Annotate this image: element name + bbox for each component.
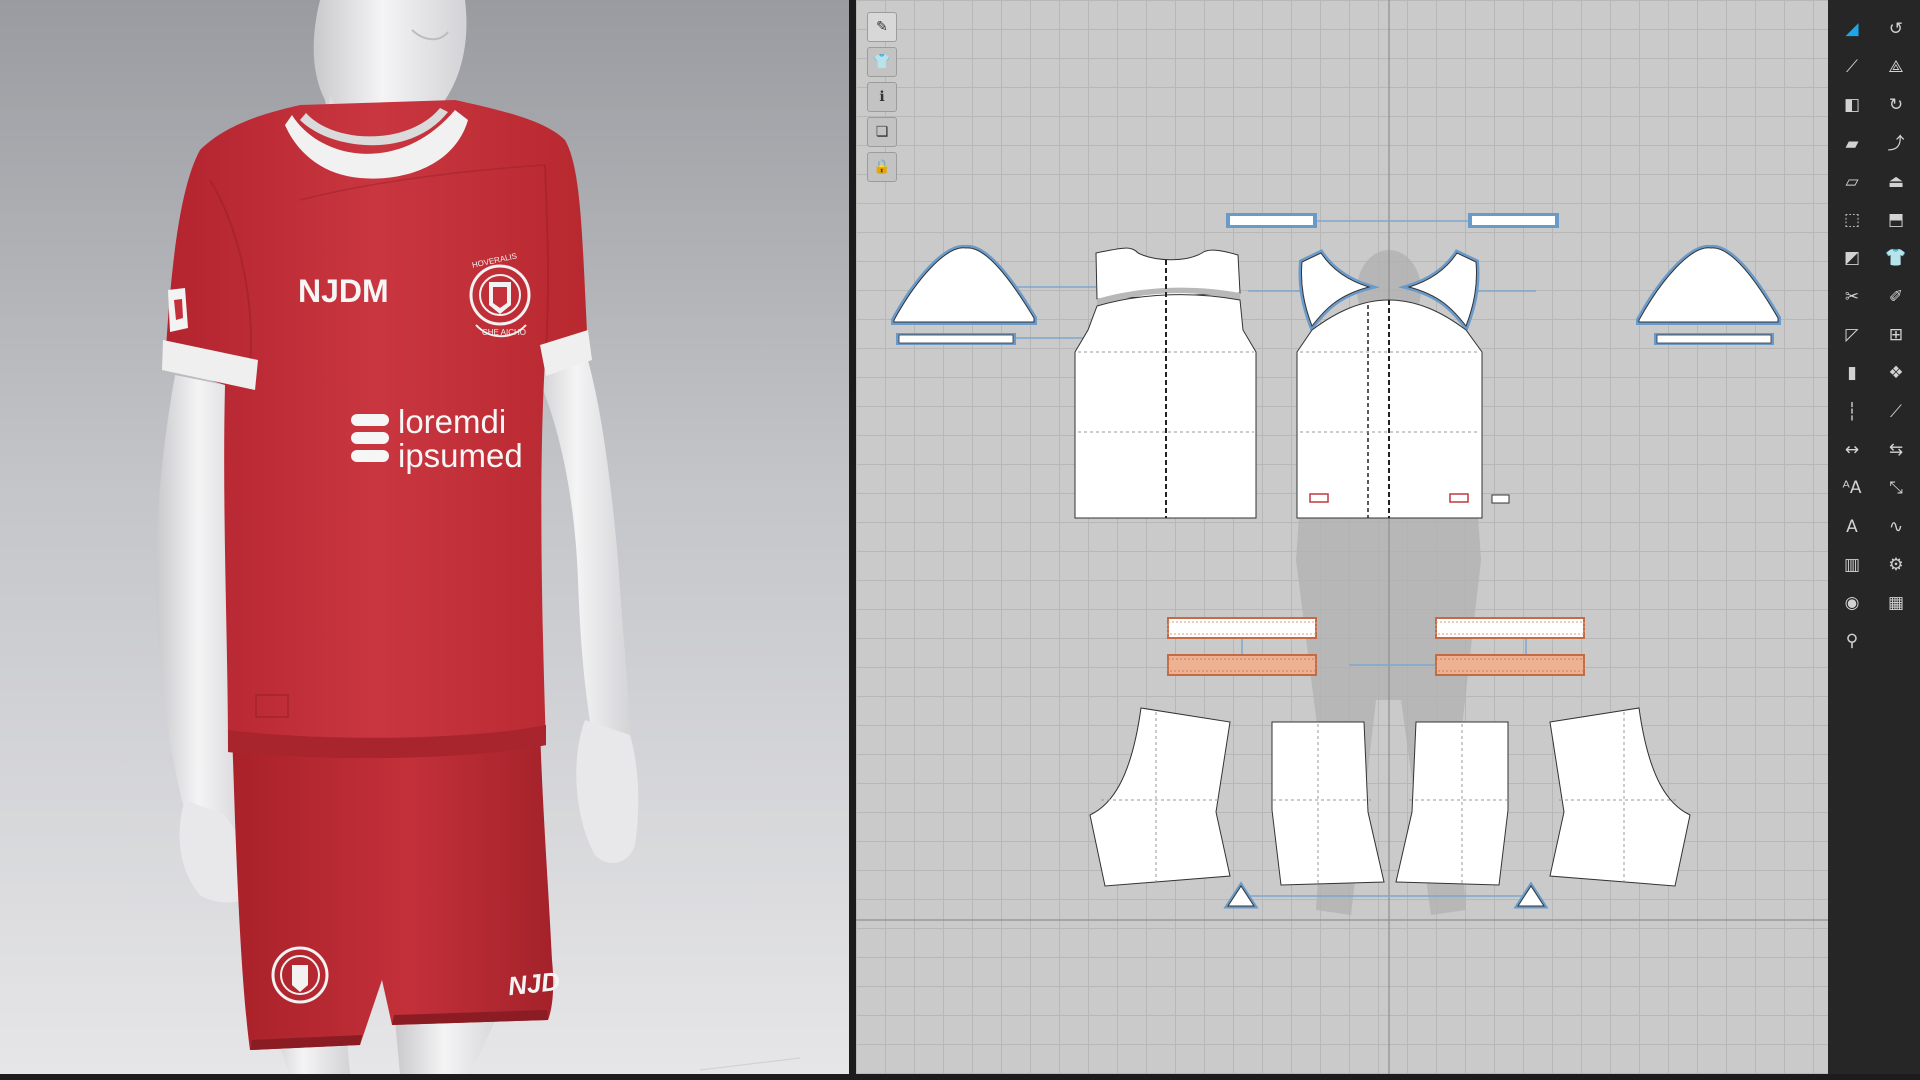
fabric-tool-button[interactable]: ⬒ [1876, 201, 1916, 239]
bottom-status-strip [0, 1074, 1920, 1080]
right-toolbar: ◢ ⟋ ◧ ▰ ▱ ⬚ ◩ ✂ ◸ ▮ ┆ ↔ ᴬA A ▥ ◉ ⚲ ↺ ⟁ ↻ ⤴ ⏏ ⬒ 👕 ✐ ⊞ ❖ ⟋ ⇆ ⤡ ∿ ⚙ ▦ [1828, 0, 1920, 1080]
scissors-tool-button[interactable]: ✂ [1832, 278, 1872, 316]
group-icon: ❖ [1888, 363, 1904, 384]
topstitch-tool-button[interactable]: ∿ [1876, 508, 1916, 546]
internal-shape-tool-button[interactable]: ▱ [1832, 163, 1872, 201]
text-tool-icon: A [1846, 516, 1858, 537]
transform-icon: ⟋ [1846, 56, 1858, 77]
fold-icon: ▮ [1847, 363, 1857, 384]
back-body-piece [1296, 299, 1510, 519]
polygon-tool-button[interactable]: ◧ [1832, 87, 1872, 125]
cut-pattern-tool-button[interactable]: ◩ [1832, 240, 1872, 278]
arrange-tool-button[interactable]: ⤴ [1876, 125, 1916, 163]
ruler-vertical-tool-button[interactable]: ┆ [1832, 393, 1872, 431]
seam-tool-button[interactable]: ⇆ [1876, 431, 1916, 469]
2d-view-toolbar: ✎ 👕 ℹ ❏ 🔒 [867, 12, 897, 182]
measure-icon: ↔ [1844, 439, 1860, 460]
sponsor-line-2: ipsumed [398, 437, 523, 474]
dart-tool-button[interactable]: ◸ [1832, 316, 1872, 354]
ruler-vertical-icon: ┆ [1846, 401, 1858, 422]
measure-tool-button[interactable]: ↔ [1832, 431, 1872, 469]
seam-icon: ⇆ [1888, 439, 1904, 460]
table-tool-button[interactable]: ▦ [1876, 584, 1916, 622]
dashed-rect-tool-button[interactable]: ⬚ [1832, 201, 1872, 239]
fabric-icon: ⬒ [1887, 210, 1905, 231]
move-pattern-icon: ↺ [1888, 18, 1904, 39]
sewing-icon: ⤡ [1889, 478, 1903, 499]
pen-icon: ✎ [876, 19, 888, 35]
transform-tool-button[interactable]: ⟋ [1832, 48, 1872, 86]
toolbar-column-left: ◢ ⟋ ◧ ▰ ▱ ⬚ ◩ ✂ ◸ ▮ ┆ ↔ ᴬA A ▥ ◉ ⚲ [1832, 10, 1872, 661]
rectangle-icon: ▰ [1845, 133, 1859, 154]
table-icon: ▦ [1887, 593, 1905, 614]
sleeve-left-piece [891, 244, 1037, 345]
sponsor-line-1: loremdi [398, 403, 506, 440]
garment-view-tool-button[interactable]: 👕 [867, 47, 897, 77]
chest-sponsor-text: NJDM [298, 273, 389, 309]
button-icon: ◉ [1844, 593, 1860, 614]
annotation-a-icon: ᴬA [1842, 478, 1862, 499]
avatar-scene: NJD NJDM HOVERALIS CHE AICHO loremdi ips… [155, 0, 801, 1074]
shorts-crest [271, 946, 329, 1004]
grid-pattern-icon: ▥ [1843, 554, 1861, 575]
grid-pattern-tool-button[interactable]: ▥ [1832, 546, 1872, 584]
dart-icon: ◸ [1845, 325, 1859, 346]
button-tool-button[interactable]: ◉ [1832, 584, 1872, 622]
rectangle-tool-button[interactable]: ▰ [1832, 125, 1872, 163]
dashed-rect-icon: ⬚ [1843, 210, 1861, 231]
iron-tool-button[interactable]: ⏏ [1876, 163, 1916, 201]
fold-tool-button[interactable]: ▮ [1832, 355, 1872, 393]
shirt-icon: 👕 [873, 54, 891, 70]
info-tool-button[interactable]: ℹ [867, 82, 897, 112]
line-tool-icon: ⟋ [1890, 401, 1902, 422]
brush-tool-button[interactable]: ✐ [1876, 278, 1916, 316]
sewing-tool-button[interactable]: ⤡ [1876, 470, 1916, 508]
sleeve-logo [168, 288, 188, 332]
sleeve-right-piece [1636, 244, 1781, 345]
2d-pattern-viewport[interactable]: ✎ 👕 ℹ ❏ 🔒 [856, 0, 1828, 1074]
viewport-splitter[interactable] [849, 0, 856, 1080]
iron-icon: ⏏ [1887, 171, 1905, 192]
internal-shape-icon: ▱ [1845, 171, 1859, 192]
trim-icon: ⚙ [1888, 554, 1904, 575]
group-tool-button[interactable]: ❖ [1876, 355, 1916, 393]
crest-bottom-text: CHE AICHO [482, 328, 526, 337]
edit-pattern-tool-button[interactable]: ✎ [867, 12, 897, 42]
shirt-tool-icon: 👕 [1885, 248, 1907, 269]
info-icon: ℹ [879, 89, 885, 105]
brush-icon: ✐ [1888, 286, 1904, 307]
avatar-right-arm [530, 350, 639, 863]
layers-icon: ❏ [875, 124, 889, 140]
rotate-icon: ↻ [1888, 95, 1904, 116]
mesh-tool-button[interactable]: ⊞ [1876, 316, 1916, 354]
shorts-print: NJD [506, 966, 561, 1001]
cut-pattern-icon: ◩ [1843, 248, 1861, 269]
pattern-canvas [856, 0, 1828, 1074]
select-pattern-tool-button[interactable]: ◢ [1832, 10, 1872, 48]
lock-tool-button[interactable]: 🔒 [867, 152, 897, 182]
pin-icon: ⚲ [1845, 631, 1859, 652]
3d-viewport[interactable]: NJD NJDM HOVERALIS CHE AICHO loremdi ips… [0, 0, 849, 1074]
curve-point-tool-button[interactable]: ⟁ [1876, 48, 1916, 86]
trim-tool-button[interactable]: ⚙ [1876, 546, 1916, 584]
rotate-tool-button[interactable]: ↻ [1876, 87, 1916, 125]
curve-point-icon: ⟁ [1888, 56, 1904, 77]
shorts-3d: NJD [232, 725, 562, 1050]
scissors-icon: ✂ [1844, 286, 1860, 307]
shirt-tool-tool-button[interactable]: 👕 [1876, 240, 1916, 278]
mesh-icon: ⊞ [1888, 325, 1904, 346]
shorts-pieces [1089, 707, 1691, 887]
toolbar-column-right: ↺ ⟁ ↻ ⤴ ⏏ ⬒ 👕 ✐ ⊞ ❖ ⟋ ⇆ ⤡ ∿ ⚙ ▦ [1876, 10, 1916, 623]
topstitch-icon: ∿ [1888, 516, 1904, 537]
pin-tool-button[interactable]: ⚲ [1832, 623, 1872, 661]
text-tool-tool-button[interactable]: A [1832, 508, 1872, 546]
layers-tool-button[interactable]: ❏ [867, 117, 897, 147]
polygon-icon: ◧ [1843, 95, 1861, 116]
annotation-a-tool-button[interactable]: ᴬA [1832, 470, 1872, 508]
select-pattern-icon: ◢ [1845, 18, 1859, 39]
arrange-icon: ⤴ [1887, 133, 1905, 154]
move-pattern-tool-button[interactable]: ↺ [1876, 10, 1916, 48]
lock-icon: 🔒 [873, 159, 891, 175]
line-tool-tool-button[interactable]: ⟋ [1876, 393, 1916, 431]
